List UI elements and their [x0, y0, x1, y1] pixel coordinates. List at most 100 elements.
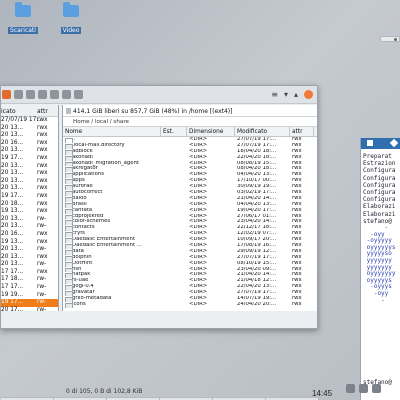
- row-attr: rwx: [37, 170, 48, 177]
- row-modified: 20 13...: [1, 124, 24, 131]
- menu-icon[interactable]: ≡: [271, 90, 278, 99]
- table-row[interactable]: 20 13... rwx: [1, 125, 58, 133]
- row-modified: 20 13...: [1, 162, 24, 169]
- row-modified: 20 13...: [1, 177, 24, 184]
- toolbar-tool-icon[interactable]: [38, 90, 47, 99]
- row-modified: 20 13...: [1, 170, 24, 177]
- table-row[interactable]: 19 19... rw-: [1, 292, 58, 300]
- row-attr: rw-: [37, 246, 47, 253]
- menu-dots-icon[interactable]: [394, 38, 397, 41]
- toolbar-tool-icon[interactable]: [14, 90, 23, 99]
- table-row[interactable]: 19 17... rwx: [1, 193, 58, 201]
- column-header-modified[interactable]: icato: [1, 108, 37, 116]
- tray-icon[interactable]: [372, 384, 381, 393]
- file-modified: 24/04/20 20:...: [237, 301, 277, 307]
- terminal-line: Elaborazi: [363, 203, 396, 211]
- toolbar-tool-icon[interactable]: [50, 90, 59, 99]
- table-row[interactable]: 19 17... rwx: [1, 155, 58, 163]
- table-row[interactable]: 20 13... rwx: [1, 147, 58, 155]
- minimized-window[interactable]: [380, 36, 400, 42]
- terminal-line: Configura: [363, 167, 396, 175]
- row-attr: rw-: [37, 291, 47, 298]
- row-modified: 17 18...: [1, 276, 24, 283]
- row-attr: rwx: [37, 185, 48, 192]
- column-header-attr[interactable]: attr: [37, 108, 48, 116]
- column-header-ext[interactable]: Est.: [161, 127, 187, 136]
- table-row[interactable]: 20 18... rwx: [1, 201, 58, 209]
- table-row[interactable]: 19 13... rwx: [1, 208, 58, 216]
- column-header-attr[interactable]: attr: [290, 127, 314, 136]
- app-icon: [2, 90, 11, 99]
- table-row[interactable]: 19 17... rw-: [1, 299, 58, 307]
- table-row[interactable]: 20 16... rwx: [1, 231, 58, 239]
- row-attr: rwx: [37, 208, 48, 215]
- row-attr: rw-: [37, 261, 47, 268]
- column-header-size[interactable]: Dimensione: [187, 127, 235, 136]
- column-header-modified[interactable]: Modificato: [235, 127, 290, 136]
- row-attr: rwx: [37, 154, 48, 161]
- table-row[interactable]: 27/07/19 17:... rwx: [1, 117, 58, 125]
- minimize-icon[interactable]: ▾: [284, 90, 288, 99]
- table-row[interactable]: icons <DIR> 24/04/20 20:... rwx: [63, 302, 317, 308]
- row-modified: 20 13...: [1, 185, 24, 192]
- toolbar-tool-icon[interactable]: [62, 90, 71, 99]
- row-modified: 20 13...: [1, 147, 24, 154]
- row-modified: 20 17...: [1, 306, 24, 311]
- clock[interactable]: 14:45: [312, 389, 332, 398]
- table-row[interactable]: 20 13... rw-: [1, 216, 58, 224]
- tray-icon[interactable]: [359, 384, 368, 393]
- terminal-line: Configura: [363, 196, 396, 204]
- terminal-titlebar[interactable]: [361, 138, 400, 149]
- pin-icon[interactable]: [389, 138, 399, 148]
- neofetch-logo: - -oyy -oyyyyy oyyyyyys yyyyyso yyyyyyy …: [366, 225, 396, 304]
- table-row[interactable]: 20 13... rwx: [1, 178, 58, 186]
- close-icon[interactable]: [304, 90, 313, 99]
- column-header-name[interactable]: Nome: [63, 127, 161, 136]
- row-attr: rwx: [37, 200, 48, 207]
- breadcrumb[interactable]: Home / local / share: [63, 117, 317, 127]
- row-attr: rwx: [37, 124, 48, 131]
- table-row[interactable]: 20 13... rwx: [1, 163, 58, 171]
- table-row[interactable]: 17 17... rw-: [1, 284, 58, 292]
- row-attr: rw-: [37, 299, 47, 306]
- row-attr: rwx: [37, 117, 48, 123]
- table-row[interactable]: 19 13... rwx: [1, 239, 58, 247]
- row-modified: 19 13...: [1, 208, 24, 215]
- table-row[interactable]: 20 13... rw-: [1, 246, 58, 254]
- table-row[interactable]: 20 13... rwx: [1, 132, 58, 140]
- maximize-icon[interactable]: ▴: [294, 90, 298, 99]
- row-modified: 19 13...: [1, 238, 24, 245]
- row-attr: rwx: [37, 177, 48, 184]
- row-modified: 20 13...: [1, 246, 24, 253]
- table-row[interactable]: 20 13... rwx: [1, 254, 58, 262]
- row-modified: 17 17...: [1, 284, 24, 291]
- terminal-window[interactable]: Preparat Estrazion Configura Configura Confi…: [360, 138, 400, 400]
- terminal-line: Configura: [363, 174, 396, 182]
- row-modified: 20 16...: [1, 230, 24, 237]
- table-row[interactable]: 17 17... rwx: [1, 269, 58, 277]
- desktop-icon-video[interactable]: Video: [51, 2, 91, 36]
- terminal-line: Configura: [363, 181, 396, 189]
- left-panel[interactable]: icato attr 27/07/19 17:... rwx 20 13... rwx…: [1, 105, 59, 311]
- table-row[interactable]: 20 13... rwx: [1, 185, 58, 193]
- toolbar-tool-icon[interactable]: [26, 90, 35, 99]
- table-row[interactable]: 20 13... rw-: [1, 261, 58, 269]
- table-row[interactable]: 17 18... rw-: [1, 276, 58, 284]
- file-list[interactable]: .. <DIR> 27/07/19 17:... rwx .local-mail.dir…: [63, 137, 317, 308]
- row-attr: rwx: [37, 230, 48, 237]
- table-row[interactable]: 20 13... rwx: [1, 170, 58, 178]
- right-panel[interactable]: 414,1 GiB liberi su 857,7 GiB (48%) in /…: [62, 105, 317, 311]
- table-row[interactable]: 20 16... rwx: [1, 140, 58, 148]
- row-modified: 20 18...: [1, 200, 24, 207]
- row-attr: rwx: [37, 147, 48, 154]
- desktop-icon-scaricati[interactable]: Scaricati: [3, 2, 43, 36]
- toolbar-tool-icon[interactable]: [74, 90, 83, 99]
- tray-icon[interactable]: [346, 384, 355, 393]
- file-size: <DIR>: [189, 301, 208, 307]
- table-row[interactable]: 20 17... rw-: [1, 307, 58, 311]
- row-modified: 20 13...: [1, 261, 24, 268]
- terminal-line: stefano@: [363, 217, 392, 225]
- table-row[interactable]: 20 13... rw-: [1, 223, 58, 231]
- toolbar: ≡ ▾ ▴: [1, 86, 317, 104]
- terminal-line: Configura: [363, 189, 396, 197]
